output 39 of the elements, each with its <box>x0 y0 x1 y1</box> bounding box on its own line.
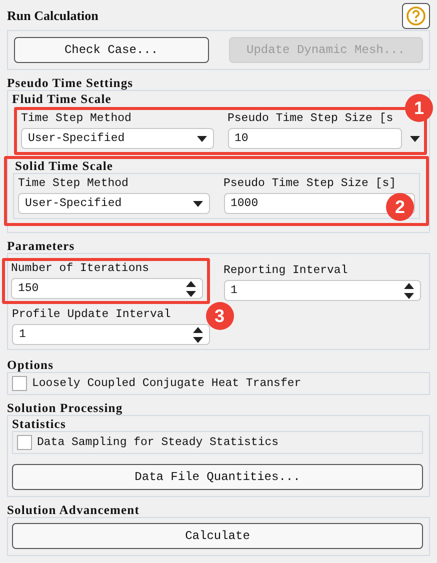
field-label: Time Step Method <box>21 112 132 125</box>
group-title: Fluid Time Scale <box>12 92 112 106</box>
field-label: Profile Update Interval <box>12 308 171 321</box>
spinner-arrows-icon <box>186 280 196 296</box>
spinner-field[interactable]: 1 <box>12 324 210 345</box>
spinner-field[interactable]: 1 <box>224 280 421 301</box>
caret-icon[interactable] <box>410 136 420 142</box>
caret-icon <box>192 200 202 206</box>
help-icon <box>406 6 426 26</box>
panel-title: Run Calculation <box>7 8 98 24</box>
dropdown[interactable]: User-Specified <box>21 128 214 149</box>
field-label: Pseudo Time Step Size [s <box>228 112 394 125</box>
checkbox-label: Data Sampling for Steady Statistics <box>37 436 279 449</box>
field-label: Reporting Interval <box>224 264 348 277</box>
field-label: Time Step Method <box>18 177 128 190</box>
help-button[interactable] <box>402 3 430 29</box>
action-button[interactable]: Check Case... <box>14 37 208 63</box>
checkbox[interactable] <box>17 435 32 450</box>
data-file-quantities-button[interactable]: Data File Quantities... <box>12 464 423 490</box>
checkbox-label: Loosely Coupled Conjugate Heat Transfer <box>32 377 302 390</box>
number-badge: 3 <box>206 302 234 330</box>
calculate-button[interactable]: Calculate <box>12 523 423 549</box>
input-field[interactable]: 10 <box>228 128 402 149</box>
spinner-arrows-icon <box>192 326 202 342</box>
number-badge: 1 <box>405 94 433 122</box>
spinner-field[interactable]: 150 <box>11 278 202 299</box>
caret-icon <box>196 136 206 142</box>
section-title: Pseudo Time Settings <box>7 76 134 90</box>
field-label: Pseudo Time Step Size [s] <box>224 177 396 190</box>
section-title: Options <box>7 358 54 372</box>
section-title: Solution Advancement <box>7 503 140 517</box>
group-title: Statistics <box>12 417 66 431</box>
dropdown[interactable]: User-Specified <box>18 193 210 214</box>
field-label: Number of Iterations <box>11 262 150 275</box>
section-title: Solution Processing <box>7 401 123 415</box>
checkbox[interactable] <box>12 376 27 391</box>
spinner-arrows-icon <box>404 282 414 298</box>
section-title: Parameters <box>7 239 75 253</box>
group-title: Solid Time Scale <box>15 159 114 173</box>
